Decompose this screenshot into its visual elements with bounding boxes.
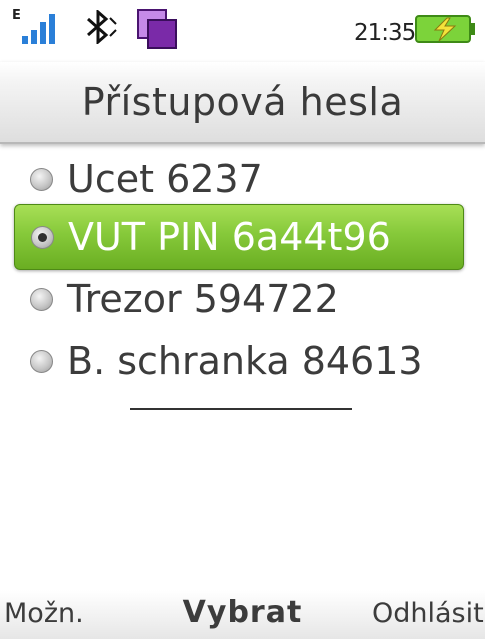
list-item[interactable]: B. schranka 84613	[14, 328, 464, 394]
bluetooth-icon	[87, 10, 117, 44]
clock: 21:35	[354, 20, 416, 46]
multitask-icon	[137, 9, 177, 49]
title-bar: Přístupová hesla	[0, 62, 485, 144]
softkey-bar: Vybrat Možn. Odhlásit	[0, 590, 485, 639]
radio-button-selected-icon	[31, 225, 54, 249]
options-softkey[interactable]: Možn.	[4, 598, 84, 629]
list-item-selected[interactable]: VUT PIN 6a44t96	[14, 204, 464, 270]
radio-button-icon	[30, 167, 53, 191]
list-item[interactable]: Trezor 594722	[14, 266, 464, 332]
page-title: Přístupová hesla	[81, 80, 404, 124]
list-item-label: B. schranka 84613	[67, 339, 423, 383]
list-end-divider	[130, 408, 352, 410]
logout-softkey[interactable]: Odhlásit	[372, 598, 484, 629]
list-item-label: Ucet 6237	[67, 157, 263, 201]
signal-strength-icon: E	[12, 8, 55, 44]
radio-button-icon	[30, 287, 53, 311]
list-item[interactable]: Ucet 6237	[14, 146, 464, 212]
list-item-label: Trezor 594722	[67, 277, 339, 321]
network-type-indicator: E	[12, 8, 21, 23]
list-item-label: VUT PIN 6a44t96	[68, 215, 391, 259]
battery-charging-icon	[415, 15, 475, 43]
radio-button-icon	[30, 349, 53, 373]
